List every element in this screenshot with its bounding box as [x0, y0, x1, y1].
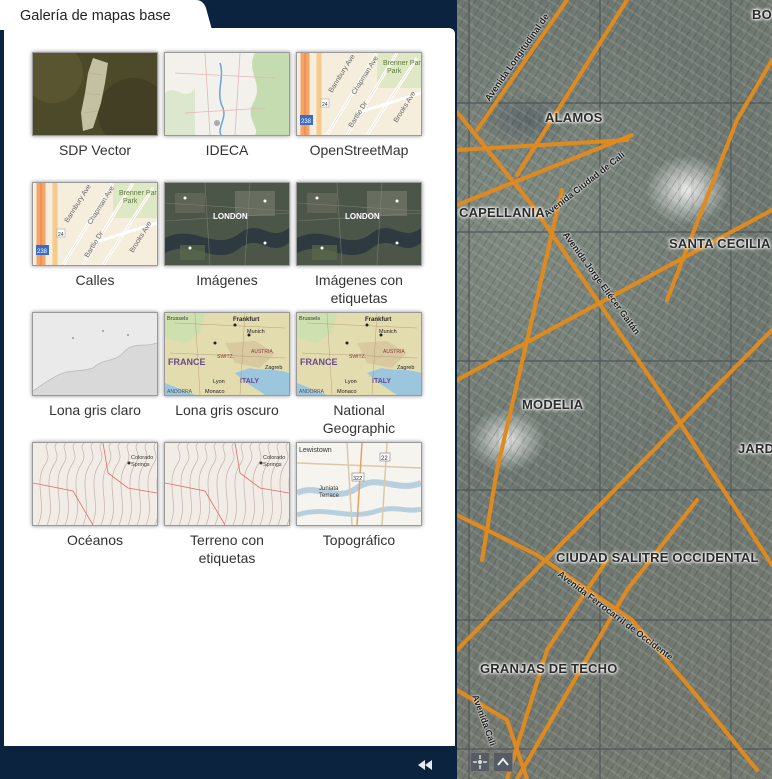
map-toolbar: [470, 752, 513, 772]
expand-up-button[interactable]: [493, 752, 513, 772]
panel-title: Galería de mapas base: [20, 8, 171, 24]
basemap-label: Terreno con etiquetas: [190, 532, 264, 566]
basemap-item-dark-gray[interactable]: Brussels Frankfurt Munich FRANCE SWITZ. AUST…: [164, 312, 290, 419]
svg-text:Colorado: Colorado: [263, 455, 285, 461]
svg-text:ITALY: ITALY: [240, 378, 259, 385]
svg-text:Lyon: Lyon: [345, 379, 357, 385]
basemap-item-natgeo[interactable]: Brussels Frankfurt Munich FRANCE SWITZ. AUST…: [296, 312, 422, 437]
basemap-item-ideca[interactable]: IDECA: [164, 52, 290, 159]
basemap-gallery: SDP Vector IDECA Bannbury Ave Chapman Av…: [4, 28, 455, 746]
basemap-item-terrain-labels[interactable]: Colorado Springs Terreno con etiquetas: [164, 442, 290, 567]
svg-text:LONDON: LONDON: [213, 212, 248, 221]
map-label-ciudad-salitre: CIUDAD SALITRE OCCIDENTAL: [556, 550, 759, 565]
svg-text:Monaco: Monaco: [205, 389, 225, 395]
svg-text:Springs: Springs: [131, 462, 150, 468]
svg-text:Terrace: Terrace: [319, 493, 340, 499]
svg-text:Brenner Park: Brenner Park: [383, 60, 421, 67]
svg-text:ANDORRA: ANDORRA: [167, 389, 193, 395]
map-label-modelia: MODELIA: [522, 397, 584, 412]
svg-text:Lyon: Lyon: [213, 379, 225, 385]
basemap-label: SDP Vector: [58, 142, 132, 158]
svg-text:Brussels: Brussels: [167, 316, 188, 322]
basemap-item-imagery-labels[interactable]: LONDON Imágenes con etiquetas: [296, 182, 422, 307]
locate-button[interactable]: [470, 752, 490, 772]
basemap-item-light-gray[interactable]: Lona gris claro: [32, 312, 158, 419]
svg-text:AUSTRIA: AUSTRIA: [383, 349, 405, 355]
basemap-item-oceans[interactable]: Colorado Springs Océanos: [32, 442, 158, 549]
double-chevron-left-icon: [418, 760, 432, 770]
basemap-thumbnail[interactable]: LONDON: [296, 182, 422, 266]
map-label-granjas-de-techo: GRANJAS DE TECHO: [480, 661, 618, 676]
basemap-thumbnail[interactable]: [32, 52, 158, 136]
map-label-santa-cecilia: SANTA CECILIA: [669, 236, 771, 251]
panel-title-tab: Galería de mapas base: [0, 0, 212, 30]
basemap-thumbnail[interactable]: [32, 312, 158, 396]
basemap-label: National Geographic: [322, 402, 396, 436]
basemap-item-sdp[interactable]: SDP Vector: [32, 52, 158, 159]
basemap-item-osm[interactable]: Bannbury Ave Chapman Ave Brenner Park Pa…: [296, 52, 422, 159]
basemap-label: IDECA: [205, 142, 249, 158]
svg-text:Park: Park: [123, 198, 138, 205]
collapse-panel-button[interactable]: [414, 756, 438, 774]
svg-text:ITALY: ITALY: [372, 378, 391, 385]
basemap-label: Lona gris oscuro: [175, 402, 279, 418]
svg-text:Colorado: Colorado: [131, 455, 153, 461]
svg-text:Brussels: Brussels: [299, 316, 320, 322]
svg-text:LONDON: LONDON: [345, 212, 380, 221]
map-label-alamos: ALAMOS: [545, 110, 603, 125]
basemap-label: Topográfico: [322, 532, 396, 548]
svg-text:AUSTRIA: AUSTRIA: [251, 349, 273, 355]
basemap-label: Calles: [75, 272, 115, 288]
svg-text:Frankfurt: Frankfurt: [365, 317, 391, 323]
svg-text:Frankfurt: Frankfurt: [233, 317, 259, 323]
svg-text:Brenner Park: Brenner Park: [119, 190, 157, 197]
basemap-thumbnail[interactable]: [164, 52, 290, 136]
svg-text:Springs: Springs: [263, 462, 282, 468]
basemap-label: Imágenes: [196, 272, 258, 288]
basemap-label: Lona gris claro: [49, 402, 141, 418]
basemap-thumbnail[interactable]: LONDON: [164, 182, 290, 266]
svg-text:24: 24: [58, 232, 64, 238]
basemap-thumbnail[interactable]: Bannbury Ave Chapman Ave Brenner Park Pa…: [296, 52, 422, 136]
basemap-label: OpenStreetMap: [309, 142, 409, 158]
panel-footer: [0, 746, 457, 779]
basemap-label: Océanos: [66, 532, 124, 548]
svg-text:322: 322: [353, 476, 362, 482]
svg-text:ANDORRA: ANDORRA: [299, 389, 325, 395]
svg-text:SWITZ.: SWITZ.: [217, 354, 234, 360]
crosshair-icon: [473, 755, 487, 769]
svg-text:Park: Park: [387, 68, 402, 75]
basemap-thumbnail[interactable]: Lewistown Juniata Terrace 22 322: [296, 442, 422, 526]
svg-text:SWITZ.: SWITZ.: [349, 354, 366, 360]
svg-text:238: 238: [301, 119, 312, 125]
map-label-jard: JARD: [738, 441, 772, 456]
chevron-up-icon: [497, 757, 509, 766]
map-label-capellania: CAPELLANIA: [459, 205, 545, 220]
map-view[interactable]: ALAMOS CAPELLANIA SANTA CECILIA MODELIA …: [457, 0, 772, 779]
svg-text:Zagreb: Zagreb: [397, 365, 414, 371]
svg-text:FRANCE: FRANCE: [168, 357, 206, 367]
svg-text:238: 238: [37, 249, 48, 255]
map-label-bo: BO: [752, 7, 772, 22]
svg-text:24: 24: [322, 102, 328, 108]
basemap-thumbnail[interactable]: Brussels Frankfurt Munich FRANCE SWITZ. AUST…: [164, 312, 290, 396]
basemap-thumbnail[interactable]: Colorado Springs: [164, 442, 290, 526]
basemap-item-topo[interactable]: Lewistown Juniata Terrace 22 322 Topográfic…: [296, 442, 422, 549]
basemap-label: Imágenes con etiquetas: [315, 272, 403, 306]
basemap-item-streets[interactable]: Bannbury Ave Chapman Ave Brenner Park Pa…: [32, 182, 158, 289]
svg-text:Juniata: Juniata: [319, 486, 339, 492]
svg-text:22: 22: [381, 456, 388, 462]
basemap-item-imagery[interactable]: LONDON Imágenes: [164, 182, 290, 289]
svg-text:Zagreb: Zagreb: [265, 365, 282, 371]
svg-text:Lewistown: Lewistown: [299, 447, 332, 454]
basemap-thumbnail[interactable]: Brussels Frankfurt Munich FRANCE SWITZ. AUST…: [296, 312, 422, 396]
basemap-thumbnail[interactable]: Bannbury Ave Chapman Ave Brenner Park Pa…: [32, 182, 158, 266]
basemap-gallery-panel: Galería de mapas base SDP Vector IDECA B…: [0, 0, 457, 779]
svg-text:Monaco: Monaco: [337, 389, 357, 395]
svg-text:FRANCE: FRANCE: [300, 357, 338, 367]
basemap-thumbnail[interactable]: Colorado Springs: [32, 442, 158, 526]
